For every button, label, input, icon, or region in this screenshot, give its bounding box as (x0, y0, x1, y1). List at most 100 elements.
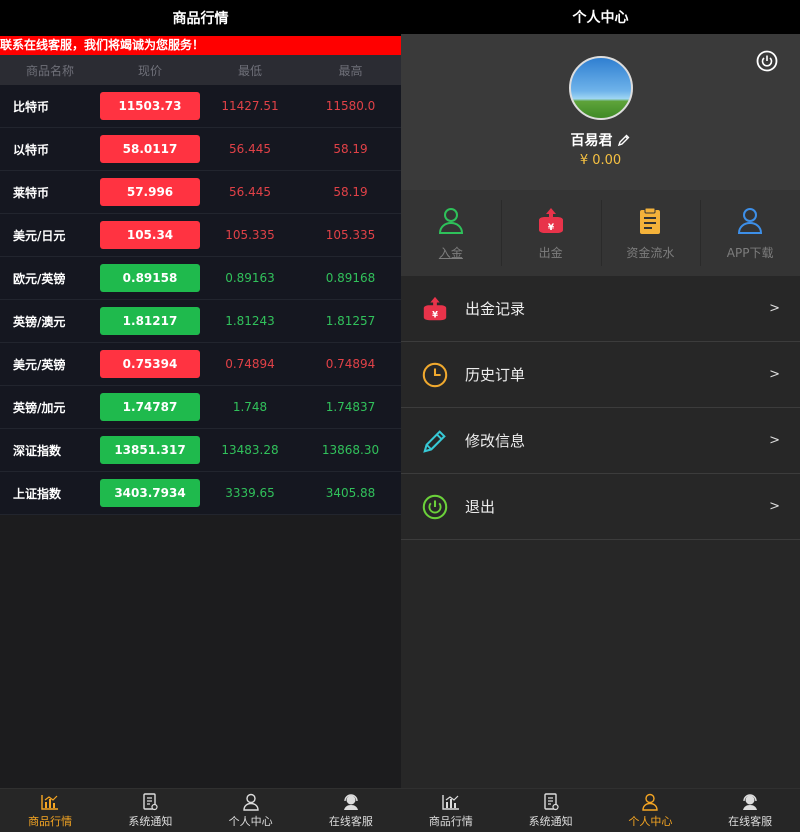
table-row[interactable]: 英镑/加元 1.74787 1.748 1.74837 (0, 386, 401, 429)
chevron-right-icon: > (769, 433, 780, 448)
low-value: 1.81243 (225, 314, 275, 328)
product-name: 上证指数 (13, 486, 62, 501)
high-value: 105.335 (325, 228, 376, 242)
document-icon (543, 793, 559, 811)
withdraw-label: 出金 (538, 245, 563, 260)
chevron-right-icon: > (769, 367, 780, 382)
svg-text:¥: ¥ (432, 309, 438, 319)
menu-item-withdraw-records[interactable]: ¥ 出金记录 > (401, 276, 800, 342)
profile-menu: ¥ 出金记录 > 历史订单 > 修改信息 > 退出 > (401, 276, 800, 540)
table-row[interactable]: 以特币 58.0117 56.445 58.19 (0, 128, 401, 171)
low-value: 1.748 (232, 400, 268, 414)
clock-icon (422, 362, 448, 387)
avatar[interactable] (568, 56, 633, 120)
high-value: 58.19 (333, 142, 368, 156)
price-badge: 57.996 (100, 178, 200, 206)
nav-label: 系统通知 (128, 815, 173, 828)
fund-flow-label: 资金流水 (626, 245, 675, 260)
clipboard-icon (640, 207, 661, 234)
column-header-low: 最低 (237, 63, 262, 78)
product-name: 以特币 (13, 142, 50, 157)
page-title: 商品行情 (0, 0, 401, 36)
user-icon (642, 793, 659, 811)
balance: ¥ 0.00 (579, 153, 622, 168)
high-value: 13868.30 (321, 443, 380, 457)
high-value: 1.74837 (325, 400, 376, 414)
product-name: 英镑/澳元 (13, 314, 66, 329)
table-row[interactable]: 英镑/澳元 1.81217 1.81243 1.81257 (0, 300, 401, 343)
product-name: 莱特币 (13, 185, 50, 200)
bottom-nav: 商品行情 系统通知 个人中心 在线客服 (401, 788, 800, 832)
nav-label: 个人中心 (628, 815, 673, 828)
nav-item-support[interactable]: 在线客服 (700, 789, 800, 832)
notice-marquee: 联系在线客服，我们将竭诚为您服务！ (0, 36, 401, 55)
username: 百易君 (570, 133, 613, 149)
table-row[interactable]: 美元/日元 105.34 105.335 105.335 (0, 214, 401, 257)
menu-item-order-history[interactable]: 历史订单 > (401, 342, 800, 408)
column-header-name: 商品名称 (25, 63, 74, 78)
app-download-label: APP下载 (726, 245, 774, 260)
high-value: 3405.88 (325, 486, 376, 500)
table-row[interactable]: 欧元/英镑 0.89158 0.89163 0.89168 (0, 257, 401, 300)
price-badge: 3403.7934 (100, 479, 200, 507)
product-name: 深证指数 (13, 443, 62, 458)
low-value: 0.89163 (225, 271, 275, 285)
chevron-right-icon: > (769, 499, 780, 514)
low-value: 56.445 (229, 185, 271, 199)
table-row[interactable]: 莱特币 57.996 56.445 58.19 (0, 171, 401, 214)
power-icon (422, 494, 448, 519)
nav-item-support[interactable]: 在线客服 (301, 789, 401, 832)
product-name: 美元/英镑 (13, 357, 66, 372)
nav-label: 在线客服 (728, 815, 773, 828)
headset-icon (343, 794, 358, 810)
column-header-high: 最高 (338, 63, 363, 78)
app-download-button[interactable]: APP下载 (700, 190, 800, 276)
nav-item-notice[interactable]: 系统通知 (501, 789, 601, 832)
deposit-button[interactable]: 入金 (401, 190, 501, 276)
low-value: 56.445 (229, 142, 271, 156)
product-name: 英镑/加元 (13, 400, 66, 415)
menu-item-logout[interactable]: 退出 > (401, 474, 800, 540)
menu-label: 退出 (465, 498, 496, 516)
price-badge: 105.34 (100, 221, 200, 249)
high-value: 0.74894 (325, 357, 376, 371)
nav-item-profile[interactable]: 个人中心 (601, 789, 701, 832)
chevron-right-icon: > (769, 301, 780, 316)
table-row[interactable]: 美元/英镑 0.75394 0.74894 0.74894 (0, 343, 401, 386)
pencil-icon[interactable] (617, 133, 631, 147)
table-row[interactable]: 深证指数 13851.317 13483.28 13868.30 (0, 429, 401, 472)
fund-flow-button[interactable]: 资金流水 (600, 190, 701, 276)
menu-label: 出金记录 (465, 300, 526, 318)
table-header: 商品名称 现价 最低 最高 (0, 55, 401, 85)
power-icon[interactable] (756, 50, 778, 72)
table-row[interactable]: 比特币 11503.73 11427.51 11580.0 (0, 85, 401, 128)
nav-item-notice[interactable]: 系统通知 (100, 789, 200, 832)
document-icon (143, 793, 158, 811)
nav-label: 个人中心 (228, 815, 273, 828)
table-row[interactable]: 上证指数 3403.7934 3339.65 3405.88 (0, 472, 401, 515)
price-badge: 13851.317 (100, 436, 200, 464)
nav-item-market[interactable]: 商品行情 (0, 789, 100, 832)
product-name: 美元/日元 (13, 228, 66, 243)
price-badge: 0.75394 (100, 350, 200, 378)
headset-icon (743, 794, 758, 810)
low-value: 0.74894 (225, 357, 275, 371)
low-value: 3339.65 (225, 486, 275, 500)
product-name: 比特币 (13, 99, 50, 114)
action-bar: 入金 ¥ 出金 资金流水 APP下载 (401, 190, 800, 276)
column-header-price: 现价 (137, 63, 162, 78)
menu-item-edit-info[interactable]: 修改信息 > (401, 408, 800, 474)
withdraw-icon: ¥ (538, 207, 563, 233)
price-badge: 1.81217 (100, 307, 200, 335)
price-badge: 1.74787 (100, 393, 200, 421)
pencil-icon (423, 429, 446, 453)
product-name: 欧元/英镑 (13, 271, 66, 286)
nav-label: 在线客服 (328, 815, 373, 828)
bar-chart-icon (442, 795, 459, 810)
withdraw-button[interactable]: ¥ 出金 (500, 190, 601, 276)
nav-item-profile[interactable]: 个人中心 (201, 789, 301, 832)
nav-item-market[interactable]: 商品行情 (401, 789, 501, 832)
price-badge: 11503.73 (100, 92, 200, 120)
low-value: 13483.28 (221, 443, 279, 457)
nav-label: 商品行情 (428, 815, 473, 828)
